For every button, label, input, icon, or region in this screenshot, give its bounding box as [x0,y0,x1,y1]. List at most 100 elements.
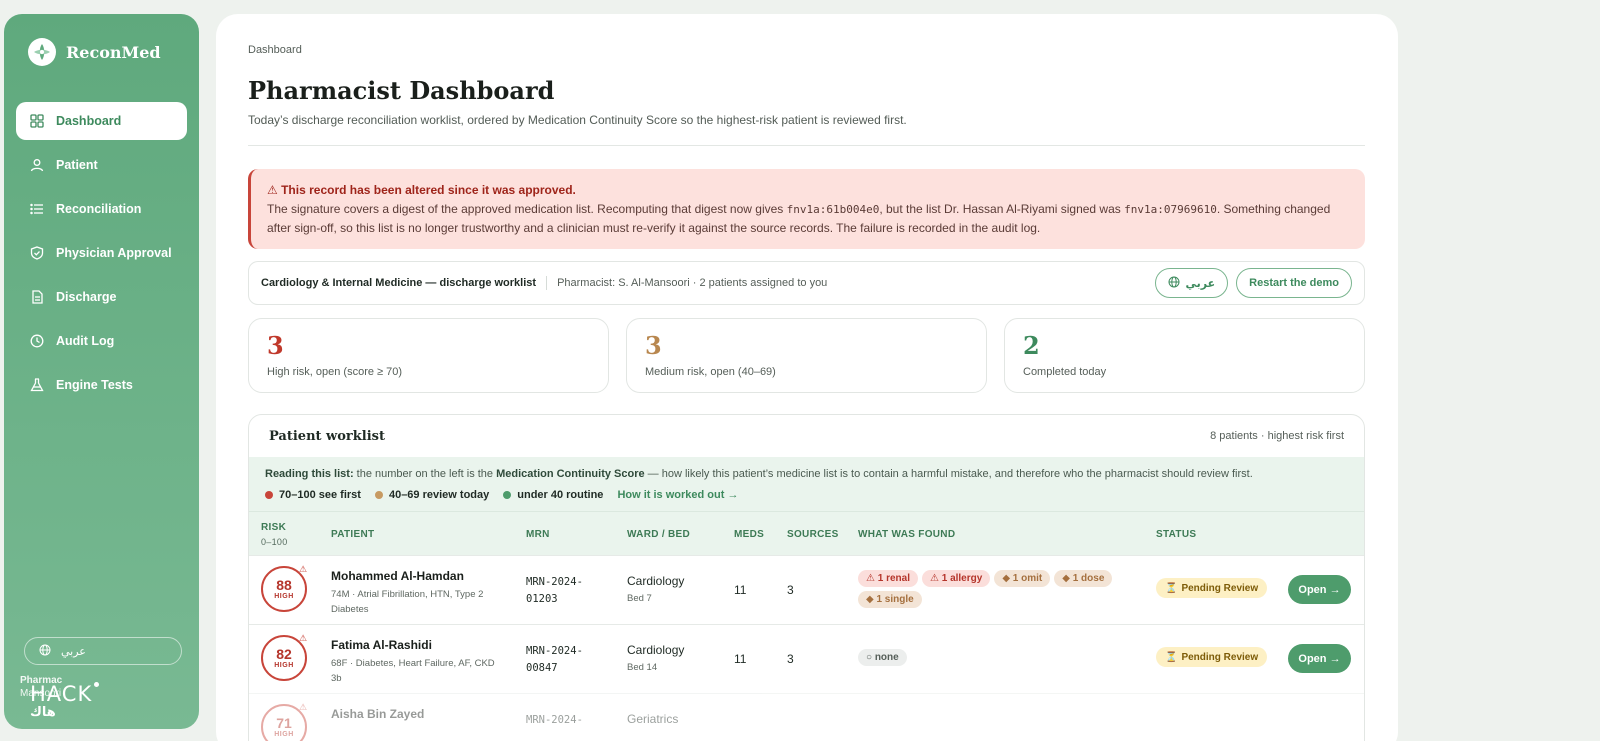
patient-mrn: MRN-2024- [526,714,583,726]
risk-score: 71 [276,715,292,731]
sidebar-item-label: Dashboard [56,114,122,128]
table-row[interactable]: 71 HIGH ⚠ Aisha Bin Zayed MRN-2024- Geri… [249,693,1364,741]
alert-text-1: The signature covers a digest of the app… [267,202,787,216]
status-badge: ⏳ Pending Review [1156,647,1268,667]
restart-demo-button[interactable]: Restart the demo [1236,268,1352,298]
open-patient-button[interactable]: Open → [1288,644,1351,673]
sidebar-item-dashboard[interactable]: Dashboard [16,102,187,140]
patient-meta: 68F · Diabetes, Heart Failure, AF, CKD 3… [331,658,495,684]
column-ward[interactable]: WARD / BED [627,529,690,540]
stat-label: Completed today [1023,366,1107,378]
risk-level: HIGH [274,593,294,600]
sidebar-item-engine-tests[interactable]: Engine Tests [16,366,187,404]
page-subtitle: Today’s discharge reconciliation worklis… [248,113,907,127]
worklist-header: Patient worklist 8 patients · highest ri… [249,415,1364,457]
sidebar-item-audit-log[interactable]: Audit Log [16,322,187,360]
header-divider [248,145,1365,146]
sidebar-language-toggle[interactable]: عربي [24,637,182,665]
amber-dot-icon [374,491,383,499]
legend-intro-text-2: — how likely this patient’s medicine lis… [644,468,1253,480]
hourglass-icon: ⏳ [1165,651,1178,663]
context-divider [546,276,548,290]
patient-bed: Bed 14 [627,662,658,673]
legend-intro: Reading this list: the number on the lef… [265,468,1348,480]
legend-intro-text-1: the number on the left is the [353,468,497,480]
user-icon [30,158,44,172]
sources-count: 3 [787,583,794,597]
legend-label: under 40 routine [517,489,604,501]
clock-icon [30,334,44,348]
column-meds[interactable]: MEDS [734,529,764,540]
hack-watermark: HACK [30,682,100,706]
worklist-count: 8 patients · highest risk first [1210,430,1344,442]
red-dot-icon [265,491,273,499]
hack-watermark-arabic: هاك [30,704,56,719]
column-risk[interactable]: RISK 0–100 [261,521,288,549]
patient-mrn: MRN-2024-00847 [526,645,583,674]
findings-list: ○ none [858,649,1138,666]
sidebar-item-label: Audit Log [56,334,115,348]
how-it-works-link[interactable]: How it is worked out → [617,489,738,501]
column-sources[interactable]: SOURCES [787,529,839,540]
flask-icon [30,378,44,392]
alert-title: ⚠ This record has been altered since it … [267,183,576,197]
table-row[interactable]: 82 HIGH ⚠ Fatima Al-Rashidi 68F · Diabet… [249,624,1364,693]
meds-count: 11 [734,652,747,666]
table-row[interactable]: 88 HIGH ⚠ Mohammed Al-Hamdan 74M · Atria… [249,555,1364,624]
table-header: RISK 0–100 PATIENT MRN WARD / BED MEDS SO… [249,511,1364,555]
risk-level: HIGH [274,731,294,738]
column-mrn[interactable]: MRN [526,529,550,540]
digest-now: fnv1a:61b004e0 [786,203,880,216]
open-patient-button[interactable]: Open → [1288,575,1351,604]
warning-icon: ⚠ [299,702,308,712]
stat-card-high-risk[interactable]: 3 High risk, open (score ≥ 70) [248,318,609,393]
patient-ward: Geriatrics [627,712,679,726]
patient-worklist: Patient worklist 8 patients · highest ri… [248,414,1365,741]
legend-label: 70–100 see first [279,489,361,501]
finding-tag-allergy: ⚠ 1 allergy [921,570,991,587]
column-patient[interactable]: PATIENT [331,529,374,540]
stat-card-completed[interactable]: 2 Completed today [1004,318,1365,393]
patient-mrn: MRN-2024-01203 [526,576,583,605]
patient-meta: 74M · Atrial Fibrillation, HTN, Type 2 D… [331,589,484,615]
list-icon [30,202,44,216]
status-badge: ⏳ Pending Review [1156,578,1268,598]
legend-label: 40–69 review today [388,489,490,501]
legend-intro-term: Medication Continuity Score [496,468,645,480]
hack-watermark-text: HACK [30,682,93,706]
stat-card-medium-risk[interactable]: 3 Medium risk, open (40–69) [626,318,987,393]
sidebar-item-label: Engine Tests [56,378,133,392]
column-status[interactable]: STATUS [1156,529,1196,540]
legend-item-medium: 40–69 review today [374,489,490,501]
sidebar-language-label: عربي [61,645,86,658]
sidebar-item-physician-approval[interactable]: Physician Approval [16,234,187,272]
sidebar-item-label: Physician Approval [56,246,172,260]
breadcrumb[interactable]: Dashboard [248,44,1365,56]
sidebar-item-reconciliation[interactable]: Reconciliation [16,190,187,228]
worklist-context-title: Cardiology & Internal Medicine — dischar… [261,277,537,289]
sidebar-item-label: Reconciliation [56,202,142,216]
patient-name: Mohammed Al-Hamdan [331,569,464,583]
stat-label: Medium risk, open (40–69) [645,366,776,378]
page-title: Pharmacist Dashboard [248,76,555,105]
sidebar-item-patient[interactable]: Patient [16,146,187,184]
globe-icon [39,644,51,659]
legend-intro-bold: Reading this list: [265,468,354,480]
findings-list: ⚠ 1 renal ⚠ 1 allergy ◆ 1 omit ◆ 1 dose … [858,570,1138,608]
column-found[interactable]: WHAT WAS FOUND [858,529,955,540]
sidebar-item-discharge[interactable]: Discharge [16,278,187,316]
pharmacist-meta: Pharmacist: S. Al-Mansoori · 2 patients … [557,277,828,289]
context-bar: Cardiology & Internal Medicine — dischar… [248,261,1365,305]
warning-icon: ⚠ [299,633,308,643]
status-label: Pending Review [1181,582,1259,594]
sidebar-item-label: Discharge [56,290,117,304]
reconmed-logo-icon [28,38,56,66]
legend-item-high: 70–100 see first [265,489,361,501]
language-button[interactable]: عربي [1154,268,1229,298]
alert-body: The signature covers a digest of the app… [267,200,1349,238]
language-button-label: عربي [1185,277,1216,290]
digest-signed: fnv1a:07969610 [1124,203,1217,216]
brand[interactable]: ReconMed [16,38,187,66]
shield-check-icon [30,246,44,260]
risk-score: 82 [276,646,292,662]
